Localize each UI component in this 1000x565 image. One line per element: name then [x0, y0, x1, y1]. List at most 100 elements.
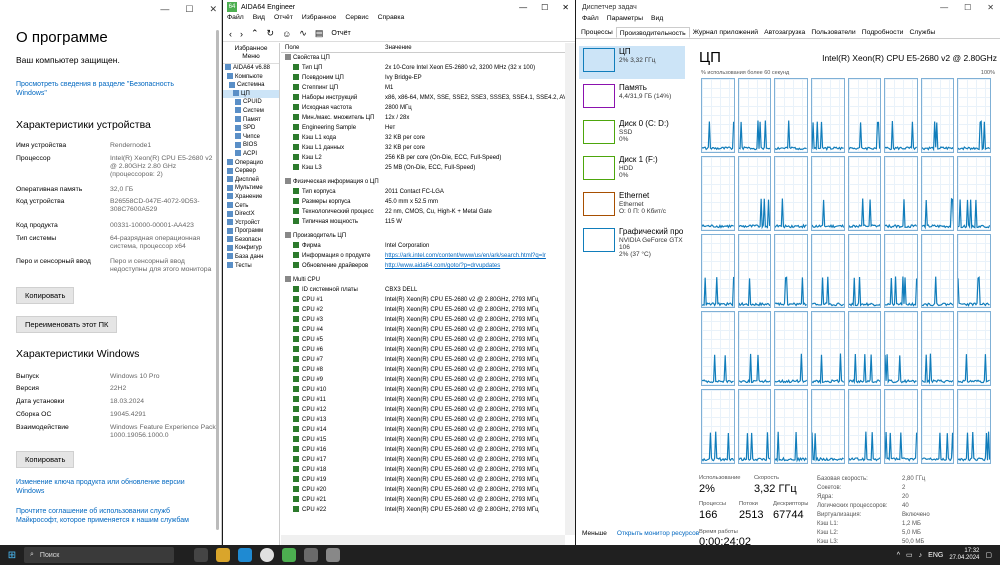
tree-item[interactable]: Памят	[223, 115, 279, 125]
table-row[interactable]: Типичная мощность 115 W	[281, 217, 565, 227]
resource-item[interactable]: Память 4,4/31,9 ГБ (14%)	[579, 82, 685, 115]
aida64-taskbar-icon[interactable]	[282, 548, 296, 562]
maximize-icon[interactable]: ☐	[964, 3, 971, 12]
table-row[interactable]: Обновление драйверов http://www.aida64.co…	[281, 261, 565, 271]
resource-monitor-link[interactable]: Открыть монитор ресурсов	[617, 530, 699, 537]
maximize-icon[interactable]: ☐	[541, 3, 548, 12]
table-row[interactable]: Кэш L3 25 MB (On-Die, ECC, Full-Speed)	[281, 163, 565, 173]
table-row[interactable]: CPU #7 Intel(R) Xeon(R) CPU E5-2680 v2 @ …	[281, 355, 565, 365]
table-row[interactable]: Кэш L2 256 KB per core (On-Die, ECC, Full…	[281, 153, 565, 163]
menu-item[interactable]: Параметры	[607, 15, 643, 27]
security-link[interactable]: Просмотреть сведения в разделе "Безопасн…	[16, 80, 206, 98]
table-row[interactable]: CPU #19 Intel(R) Xeon(R) CPU E5-2680 v2 @…	[281, 475, 565, 485]
col-field[interactable]: Поле	[281, 43, 385, 52]
report-icon[interactable]: ▤	[315, 28, 324, 39]
menu-item[interactable]: Файл	[582, 15, 599, 27]
network-icon[interactable]: ▭	[906, 551, 913, 559]
back-icon[interactable]: ‹	[229, 29, 232, 39]
table-row[interactable]: Кэш L1 кода 32 KB per core	[281, 133, 565, 143]
chart-icon[interactable]: ∿	[299, 28, 307, 39]
report-button[interactable]: Отчёт	[331, 30, 350, 37]
menu-item[interactable]: Отчёт	[274, 14, 293, 26]
notification-icon[interactable]: ▢	[985, 551, 992, 559]
table-row[interactable]: Кэш L1 данных 32 KB per core	[281, 143, 565, 153]
change-key-link[interactable]: Изменение ключа продукта или обновление …	[16, 478, 206, 496]
menu-tab[interactable]: Меню	[223, 53, 279, 61]
tab[interactable]: Автозагрузка	[761, 27, 808, 38]
table-row[interactable]: CPU #13 Intel(R) Xeon(R) CPU E5-2680 v2 @…	[281, 415, 565, 425]
menu-item[interactable]: Файл	[227, 14, 244, 26]
table-row[interactable]: CPU #15 Intel(R) Xeon(R) CPU E5-2680 v2 @…	[281, 435, 565, 445]
table-row[interactable]: CPU #12 Intel(R) Xeon(R) CPU E5-2680 v2 @…	[281, 405, 565, 415]
menu-item[interactable]: Сервис	[345, 14, 368, 26]
minimize-icon[interactable]: —	[160, 4, 169, 15]
table-row[interactable]: CPU #17 Intel(R) Xeon(R) CPU E5-2680 v2 @…	[281, 455, 565, 465]
close-icon[interactable]: ✕	[562, 3, 569, 12]
tab[interactable]: Пользователи	[808, 27, 858, 38]
fewer-details-button[interactable]: Меньше	[582, 530, 607, 537]
tab[interactable]: Журнал приложений	[690, 27, 761, 38]
chrome-icon[interactable]	[260, 548, 274, 562]
minimize-icon[interactable]: —	[940, 3, 948, 12]
table-row[interactable]: CPU #1 Intel(R) Xeon(R) CPU E5-2680 v2 @ …	[281, 295, 565, 305]
table-row[interactable]: CPU #11 Intel(R) Xeon(R) CPU E5-2680 v2 @…	[281, 395, 565, 405]
close-icon[interactable]: ✕	[209, 4, 217, 15]
table-row[interactable]: Engineering Sample Нет	[281, 123, 565, 133]
resource-item[interactable]: Графический про NVIDIA GeForce GTX 106 2% …	[579, 226, 685, 259]
table-row[interactable]: CPU #21 Intel(R) Xeon(R) CPU E5-2680 v2 @…	[281, 495, 565, 505]
edge-icon[interactable]	[238, 548, 252, 562]
table-row[interactable]: Размеры корпуса 45.0 mm x 52.5 mm	[281, 197, 565, 207]
table-row[interactable]: CPU #20 Intel(R) Xeon(R) CPU E5-2680 v2 @…	[281, 485, 565, 495]
menu-item[interactable]: Справка	[378, 14, 405, 26]
tree-item[interactable]: Тесты	[223, 262, 279, 271]
tab[interactable]: Производительность	[615, 27, 690, 38]
tree-item[interactable]: База данн	[223, 253, 279, 262]
search-box[interactable]: ⌕ Поиск	[24, 547, 174, 563]
tree-item[interactable]: Программ	[223, 227, 279, 236]
clock[interactable]: 17:32 27.04.2024	[949, 548, 979, 562]
tree-item[interactable]: Чипсе	[223, 133, 279, 142]
task-manager-taskbar-icon[interactable]	[304, 548, 318, 562]
up-icon[interactable]: ⌃	[251, 28, 259, 39]
table-row[interactable]: CPU #16 Intel(R) Xeon(R) CPU E5-2680 v2 @…	[281, 445, 565, 455]
tree-item[interactable]: DirectX	[223, 210, 279, 219]
table-row[interactable]: CPU #9 Intel(R) Xeon(R) CPU E5-2680 v2 @ …	[281, 375, 565, 385]
table-row[interactable]: Мин./макс. множитель ЦП 12x / 28x	[281, 113, 565, 123]
tree-item[interactable]: BIOS	[223, 141, 279, 150]
table-row[interactable]: CPU #22 Intel(R) Xeon(R) CPU E5-2680 v2 @…	[281, 505, 565, 515]
rename-pc-button[interactable]: Переименовать этот ПК	[16, 316, 118, 333]
explorer-icon[interactable]	[216, 548, 230, 562]
tree-item[interactable]: CPUID	[223, 98, 279, 107]
tree-item[interactable]: Систем	[223, 107, 279, 116]
copy-button-2[interactable]: Копировать	[16, 451, 75, 468]
table-row[interactable]: CPU #18 Intel(R) Xeon(R) CPU E5-2680 v2 @…	[281, 465, 565, 475]
tab[interactable]: Процессы	[578, 27, 616, 38]
tree-item[interactable]: Сервер	[223, 167, 279, 176]
table-row[interactable]: Тип корпуса 2011 Contact FC-LGA	[281, 187, 565, 197]
scrollbar[interactable]	[216, 30, 219, 530]
col-value[interactable]: Значение	[385, 43, 412, 52]
tree-item[interactable]: Конфигур	[223, 244, 279, 253]
task-view-icon[interactable]	[194, 548, 208, 562]
resource-item[interactable]: Ethernet Ethernet О: 0 П: 0 Кбит/с	[579, 190, 685, 223]
tree-item[interactable]: Дисплей	[223, 176, 279, 185]
value-link[interactable]: http://www.aida64.com/goto/?p=drvupdates	[385, 261, 565, 271]
refresh-icon[interactable]: ↻	[267, 28, 275, 39]
table-row[interactable]: Наборы инструкций x86, x86-64, MMX, SSE, …	[281, 93, 565, 103]
value-link[interactable]: https://ark.intel.com/content/www/us/en/…	[385, 251, 565, 261]
table-row[interactable]: CPU #10 Intel(R) Xeon(R) CPU E5-2680 v2 @…	[281, 385, 565, 395]
table-row[interactable]: CPU #14 Intel(R) Xeon(R) CPU E5-2680 v2 @…	[281, 425, 565, 435]
menu-item[interactable]: Избранное	[302, 14, 336, 26]
tree-item[interactable]: Сеть	[223, 201, 279, 211]
volume-icon[interactable]: ♪	[919, 552, 923, 559]
aida-hscroll[interactable]	[281, 535, 565, 545]
tree-item[interactable]: Устройст	[223, 219, 279, 228]
tray-arrow-icon[interactable]: ^	[897, 552, 900, 559]
tree-item[interactable]: ACPI	[223, 150, 279, 159]
table-row[interactable]: Степпинг ЦП M1	[281, 83, 565, 93]
tree-item[interactable]: Компьюте	[223, 73, 279, 82]
forward-icon[interactable]: ›	[240, 29, 243, 39]
maximize-icon[interactable]: ☐	[185, 4, 193, 15]
table-row[interactable]: Тип ЦП 2x 10-Core Intel Xeon E5-2680 v2, …	[281, 63, 565, 73]
language-indicator[interactable]: ENG	[928, 552, 943, 559]
